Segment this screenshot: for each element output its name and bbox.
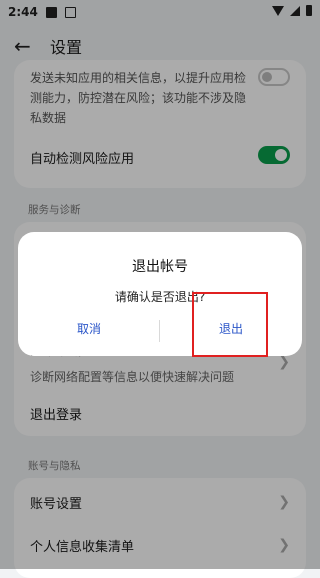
cancel-button[interactable]: 取消	[24, 320, 154, 340]
highlight-box	[192, 292, 268, 357]
dialog-title: 退出帐号	[132, 259, 188, 275]
dialog-button-divider	[159, 320, 160, 342]
